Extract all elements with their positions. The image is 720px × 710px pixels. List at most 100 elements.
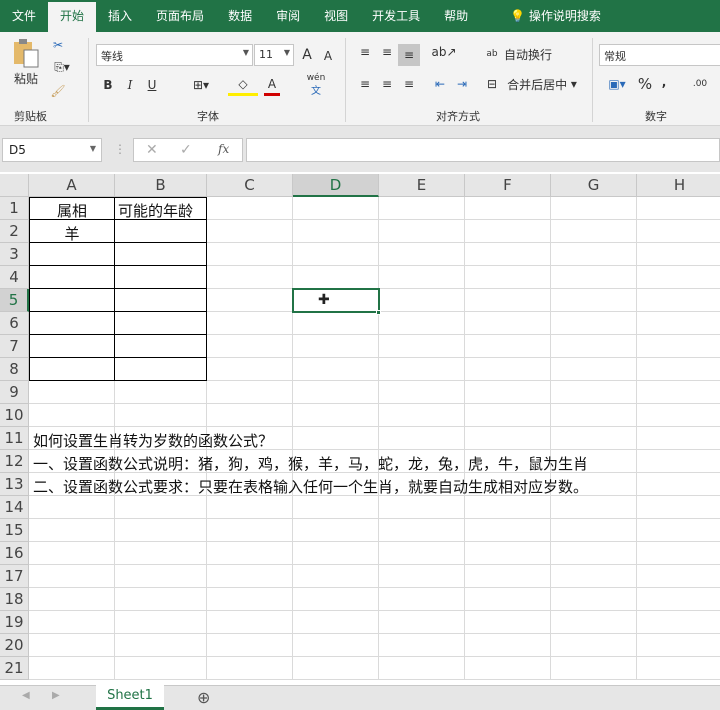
cell-H21[interactable] — [637, 657, 720, 680]
cell-E3[interactable] — [379, 243, 465, 266]
cell-C7[interactable] — [207, 335, 293, 358]
row-header-6[interactable]: 6 — [0, 312, 29, 335]
cell-D20[interactable] — [293, 634, 379, 657]
cell-B21[interactable] — [115, 657, 207, 680]
cell-F9[interactable] — [465, 381, 551, 404]
cell-H4[interactable] — [637, 266, 720, 289]
percent-button[interactable]: % — [636, 74, 654, 94]
cell-D16[interactable] — [293, 542, 379, 565]
scroll-right-icon[interactable]: ▶ — [52, 690, 60, 701]
cell-B16[interactable] — [115, 542, 207, 565]
cell-G11[interactable] — [551, 427, 637, 450]
cell-C4[interactable] — [207, 266, 293, 289]
worksheet-grid[interactable]: A B C D E F G H 1 2 3 4 5 6 7 8 9 10 11 12 13 14 15 16 17 18 19 20 2… — [0, 174, 720, 685]
cell-H3[interactable] — [637, 243, 720, 266]
cell-B14[interactable] — [115, 496, 207, 519]
cell-A4[interactable] — [29, 266, 115, 289]
currency-icon[interactable]: ▣▾ — [602, 74, 632, 94]
cell-E17[interactable] — [379, 565, 465, 588]
cell-F19[interactable] — [465, 611, 551, 634]
cell-H19[interactable] — [637, 611, 720, 634]
cell-E8[interactable] — [379, 358, 465, 381]
cell-A21[interactable] — [29, 657, 115, 680]
cell-A10[interactable] — [29, 404, 115, 427]
cell-G2[interactable] — [551, 220, 637, 243]
menu-tab-5[interactable]: 审阅 — [264, 0, 312, 32]
cell-H17[interactable] — [637, 565, 720, 588]
cell-A18[interactable] — [29, 588, 115, 611]
shrink-font-button[interactable]: A — [320, 46, 336, 66]
cancel-icon[interactable]: ✕ — [146, 142, 158, 158]
cell-B10[interactable] — [115, 404, 207, 427]
row-header-4[interactable]: 4 — [0, 266, 29, 289]
row-header-17[interactable]: 17 — [0, 565, 29, 588]
cell-H18[interactable] — [637, 588, 720, 611]
cell-B5[interactable] — [115, 289, 207, 312]
row-header-16[interactable]: 16 — [0, 542, 29, 565]
cell-H13[interactable] — [637, 473, 720, 496]
align-top-icon[interactable]: ≡ — [356, 42, 374, 62]
paste-button[interactable]: 粘贴 — [8, 70, 44, 86]
merge-center-button[interactable]: 合并后居中 ▾ — [503, 74, 581, 94]
cell-F21[interactable] — [465, 657, 551, 680]
cell-G20[interactable] — [551, 634, 637, 657]
cell-F15[interactable] — [465, 519, 551, 542]
cut-icon[interactable]: ✂ — [48, 36, 68, 54]
cell-E2[interactable] — [379, 220, 465, 243]
cell-F3[interactable] — [465, 243, 551, 266]
row-header-18[interactable]: 18 — [0, 588, 29, 611]
align-middle-icon[interactable]: ≡ — [378, 42, 396, 62]
cell-D2[interactable] — [293, 220, 379, 243]
column-header-A[interactable]: A — [29, 174, 115, 197]
row-header-15[interactable]: 15 — [0, 519, 29, 542]
cell-D8[interactable] — [293, 358, 379, 381]
decrease-indent-icon[interactable]: ⇤ — [430, 74, 450, 94]
menu-tab-4[interactable]: 数据 — [216, 0, 264, 32]
font-color-icon[interactable]: A — [264, 74, 280, 96]
cell-H7[interactable] — [637, 335, 720, 358]
cell-D4[interactable] — [293, 266, 379, 289]
cell-E5[interactable] — [379, 289, 465, 312]
cell-H11[interactable] — [637, 427, 720, 450]
italic-button[interactable]: I — [122, 74, 138, 96]
paste-icon[interactable] — [8, 38, 44, 68]
cell-D15[interactable] — [293, 519, 379, 542]
cell-F5[interactable] — [465, 289, 551, 312]
cell-D6[interactable] — [293, 312, 379, 335]
cell-E10[interactable] — [379, 404, 465, 427]
cell-G6[interactable] — [551, 312, 637, 335]
cell-D19[interactable] — [293, 611, 379, 634]
cell-D1[interactable] — [293, 197, 379, 220]
cell-A6[interactable] — [29, 312, 115, 335]
cell-C15[interactable] — [207, 519, 293, 542]
cell-G14[interactable] — [551, 496, 637, 519]
cell-C6[interactable] — [207, 312, 293, 335]
row-header-19[interactable]: 19 — [0, 611, 29, 634]
cell-H6[interactable] — [637, 312, 720, 335]
cell-B6[interactable] — [115, 312, 207, 335]
menu-tab-8[interactable]: 帮助 — [432, 0, 480, 32]
cell-D10[interactable] — [293, 404, 379, 427]
cell-G10[interactable] — [551, 404, 637, 427]
cell-H5[interactable] — [637, 289, 720, 312]
cell-H12[interactable] — [637, 450, 720, 473]
align-bottom-icon[interactable]: ≡ — [398, 44, 420, 66]
cell-H15[interactable] — [637, 519, 720, 542]
borders-icon[interactable]: ⊞▾ — [186, 74, 216, 96]
cell-H20[interactable] — [637, 634, 720, 657]
cell-F6[interactable] — [465, 312, 551, 335]
cell-H9[interactable] — [637, 381, 720, 404]
cell-G21[interactable] — [551, 657, 637, 680]
menu-tab-3[interactable]: 页面布局 — [144, 0, 216, 32]
align-left-icon[interactable]: ≡ — [356, 74, 374, 94]
cell-C1[interactable] — [207, 197, 293, 220]
cell-B17[interactable] — [115, 565, 207, 588]
cell-D21[interactable] — [293, 657, 379, 680]
cell-D17[interactable] — [293, 565, 379, 588]
increase-decimal-button[interactable]: .00 — [688, 74, 712, 94]
cell-E9[interactable] — [379, 381, 465, 404]
menu-tab-7[interactable]: 开发工具 — [360, 0, 432, 32]
row-header-14[interactable]: 14 — [0, 496, 29, 519]
font-size-select[interactable]: 11 ▼ — [254, 44, 294, 66]
cell-D11[interactable] — [293, 427, 379, 450]
